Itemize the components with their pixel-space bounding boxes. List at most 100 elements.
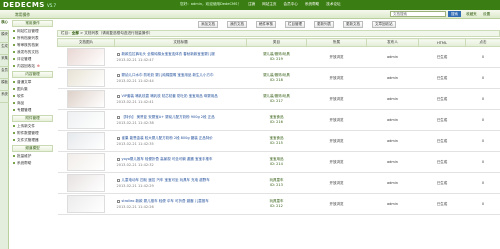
menu-head-content[interactable]: 内容管理 <box>12 71 53 78</box>
vtab-member[interactable]: 会员 <box>0 67 9 79</box>
table-row[interactable]: 婴幼儿口水巾 防呛奶 婴儿纯棉围嘴 宝宝用品 新生儿小方巾 2013-02-21 … <box>57 67 500 89</box>
row-checkbox[interactable] <box>116 199 120 203</box>
vtab-collect[interactable]: 采集 <box>0 55 9 67</box>
row-image-cell <box>57 88 115 110</box>
menu-item-attach-data[interactable]: 附件数据管理 <box>10 130 55 137</box>
row-checkbox[interactable] <box>116 115 120 119</box>
row-title-cell: 新款拉拉裤毛头 全棉纯棉女宝宝连体衣 春秋新款宝宝婴儿服 2013-02-21 1… <box>114 46 247 68</box>
menu-item-articles[interactable]: 普通文章 <box>10 79 55 86</box>
publish-time: 2013-02-21 11:42:32 <box>116 163 154 167</box>
update-docs-button[interactable]: 更新文档 <box>343 21 363 28</box>
plus-icon: ⊕ <box>36 64 40 68</box>
category-link[interactable]: 宝宝用品 <box>270 157 284 161</box>
publish-time: 2013-02-21 11:42:35 <box>116 142 154 146</box>
product-thumbnail[interactable] <box>67 132 105 150</box>
menu-item-goods[interactable]: 商品 <box>10 100 55 107</box>
vtab-module[interactable]: 模块 <box>0 31 9 43</box>
row-checkbox[interactable] <box>116 73 120 77</box>
row-title-cell: 婴幼儿口水巾 防呛奶 婴儿纯棉围嘴 宝宝用品 新生儿小方巾 2013-02-21 … <box>114 67 247 89</box>
doc-title-link[interactable]: 儿童电动车 四轮 遥控 汽车 宝宝可坐 玩具车 充电 越野车 <box>122 178 210 182</box>
table-header-row: 文档图片 文档标题 类目 所属 发布人 HTML 点击 <box>57 38 500 47</box>
settings-link[interactable]: 设置 <box>483 11 490 17</box>
row-html-cell: 已生成 <box>418 172 466 194</box>
menu-item-upload[interactable]: 上传新文件 <box>10 123 55 130</box>
subtab-common[interactable]: 常用操作 <box>12 11 33 18</box>
category-link[interactable]: 玩具童车 <box>270 178 284 182</box>
doc-title-link[interactable]: 【特价】 美赞臣 安婴宝A+ 婴幼儿配方奶粉 900g 2段 正品 <box>122 115 215 119</box>
row-checkbox[interactable] <box>116 94 120 98</box>
menu-item-comments[interactable]: 评论管理 <box>10 56 55 63</box>
vtab-generate[interactable]: 生成 <box>0 43 9 55</box>
table-row[interactable]: yoyo婴儿推车 轻便折叠 高景观 可坐可躺 避震 宝宝手推车 2013-02-2… <box>57 151 500 173</box>
favorites-link[interactable]: 收藏夹 <box>466 11 477 17</box>
forum-link[interactable]: 技术论坛 <box>326 2 340 8</box>
product-thumbnail[interactable] <box>67 90 105 108</box>
menu-item-categories[interactable]: 网站栏目管理 <box>10 28 55 35</box>
add-doc-button[interactable]: 添加文档 <box>198 21 218 28</box>
category-link[interactable]: 婴儿装/服饰/玩具 <box>263 94 290 98</box>
category-link[interactable]: 玩具童车 <box>270 199 284 203</box>
table-row[interactable]: 【特价】 美赞臣 安婴宝A+ 婴幼儿配方奶粉 900g 2段 正品 2013-02… <box>57 109 500 131</box>
doc-title-link[interactable]: yoyo婴儿推车 轻便折叠 高景观 可坐可躺 避震 宝宝手推车 <box>122 157 213 161</box>
menu-item-my-docs[interactable]: 我发布的文档 <box>10 49 55 56</box>
help-link[interactable]: 系统帮助 <box>305 2 319 8</box>
table-row[interactable]: strolleo 新款 婴儿推车 轻便 伞车 可折叠 避震 儿童推车 2013-0… <box>57 193 500 215</box>
logout-link[interactable]: 注销 <box>248 2 255 8</box>
product-thumbnail[interactable] <box>67 153 105 171</box>
doc-title-link[interactable]: 新款拉拉裤毛头 全棉纯棉女宝宝连体衣 春秋新款宝宝婴儿服 <box>122 52 215 56</box>
row-checkbox[interactable] <box>116 157 120 161</box>
col-owner: 所属 <box>306 38 367 47</box>
row-checkbox[interactable] <box>116 178 120 182</box>
menu-head-common[interactable]: 常用操作 <box>12 20 53 27</box>
site-home-link[interactable]: 网站主页 <box>262 2 276 8</box>
menu-item-software[interactable]: 软件 <box>10 93 55 100</box>
doc-title-link[interactable]: VIP套装 哺乳枕靠 哺乳枕 枕芯枕套 防吐奶 宝宝用品 母婴用品 <box>122 94 218 98</box>
category-link[interactable]: 婴儿装/服饰/玩具 <box>263 52 290 56</box>
row-html-cell: 已生成 <box>418 193 466 215</box>
menu-item-images[interactable]: 图片集 <box>10 86 55 93</box>
row-category-cell: 宝宝用品 ID: 214 <box>246 151 307 173</box>
product-thumbnail[interactable] <box>67 174 105 192</box>
menu-item-topics[interactable]: 专题管理 <box>10 107 55 114</box>
review-button[interactable]: 稿件审核 <box>256 21 276 28</box>
row-clicks-cell: 0 <box>465 46 500 68</box>
search-button[interactable]: 搜索 <box>448 11 461 17</box>
vtab-core[interactable]: 核心 <box>0 19 9 31</box>
doc-title-link[interactable]: strolleo 新款 婴儿推车 轻便 伞车 可折叠 避震 儿童推车 <box>122 199 209 203</box>
doc-title-link[interactable]: 婴幼儿口水巾 防呛奶 婴儿纯棉围嘴 宝宝用品 新生儿小方巾 <box>122 73 214 77</box>
member-center-link[interactable]: 会员中心 <box>284 2 298 8</box>
category-link[interactable]: 婴儿装/服饰/玩具 <box>263 73 290 77</box>
breadcrumb-path[interactable]: 全部 <box>72 31 79 35</box>
menu-item-pending[interactable]: 等审核的档案 <box>10 42 55 49</box>
category-link[interactable]: 宝宝食品 <box>270 136 284 140</box>
category-link[interactable]: 宝宝食品 <box>270 115 284 119</box>
my-docs-button[interactable]: 我的文档 <box>227 21 247 28</box>
vtab-template[interactable]: 模板 <box>0 79 9 91</box>
table-row[interactable]: 儿童电动车 四轮 遥控 汽车 宝宝可坐 玩具车 充电 越野车 2013-02-21… <box>57 172 500 194</box>
row-category-cell: 宝宝食品 ID: 216 <box>246 109 307 131</box>
product-thumbnail[interactable] <box>67 48 105 66</box>
menu-item-help[interactable]: 系统帮助 <box>10 160 55 167</box>
doc-title-link[interactable]: 雀巢 能恩金装 较大婴儿配方奶粉 2段 800g 罐装 正品特价 <box>122 136 213 140</box>
menu-head-channel[interactable]: 频道模型 <box>12 145 53 152</box>
vtab-system[interactable]: 系统 <box>0 91 9 103</box>
update-list-button[interactable]: 更新列表 <box>314 21 334 28</box>
category-manage-button[interactable]: 栏目管理 <box>285 21 305 28</box>
doc-recycle-button[interactable]: 文章回收站 <box>372 21 396 28</box>
search-input[interactable]: 文档搜索 <box>390 11 446 17</box>
menu-item-file-manager[interactable]: 文件式管理器 <box>10 137 55 144</box>
table-row[interactable]: 新款拉拉裤毛头 全棉纯棉女宝宝连体衣 春秋新款宝宝婴儿服 2013-02-21 1… <box>57 46 500 68</box>
welcome-text: 您好：admin，欢迎使用DedeCMS！ <box>180 2 241 6</box>
menu-head-attachments[interactable]: 附件管理 <box>12 115 53 122</box>
menu-item-recycle[interactable]: 内容回收站 ⊕ <box>10 63 55 70</box>
product-thumbnail[interactable] <box>67 69 105 87</box>
table-row[interactable]: 雀巢 能恩金装 较大婴儿配方奶粉 2段 800g 罐装 正品特价 2013-02-… <box>57 130 500 152</box>
menu-item-batch[interactable]: 批量维护 <box>10 153 55 160</box>
row-category-cell: 玩具童车 ID: 212 <box>246 193 307 215</box>
product-thumbnail[interactable] <box>67 111 105 129</box>
product-thumbnail[interactable] <box>67 195 105 213</box>
row-checkbox[interactable] <box>116 52 120 56</box>
table-row[interactable]: VIP套装 哺乳枕靠 哺乳枕 枕芯枕套 防吐奶 宝宝用品 母婴用品 2013-02… <box>57 88 500 110</box>
menu-item-all-docs[interactable]: 所有档案列表 <box>10 35 55 42</box>
row-checkbox[interactable] <box>116 136 120 140</box>
